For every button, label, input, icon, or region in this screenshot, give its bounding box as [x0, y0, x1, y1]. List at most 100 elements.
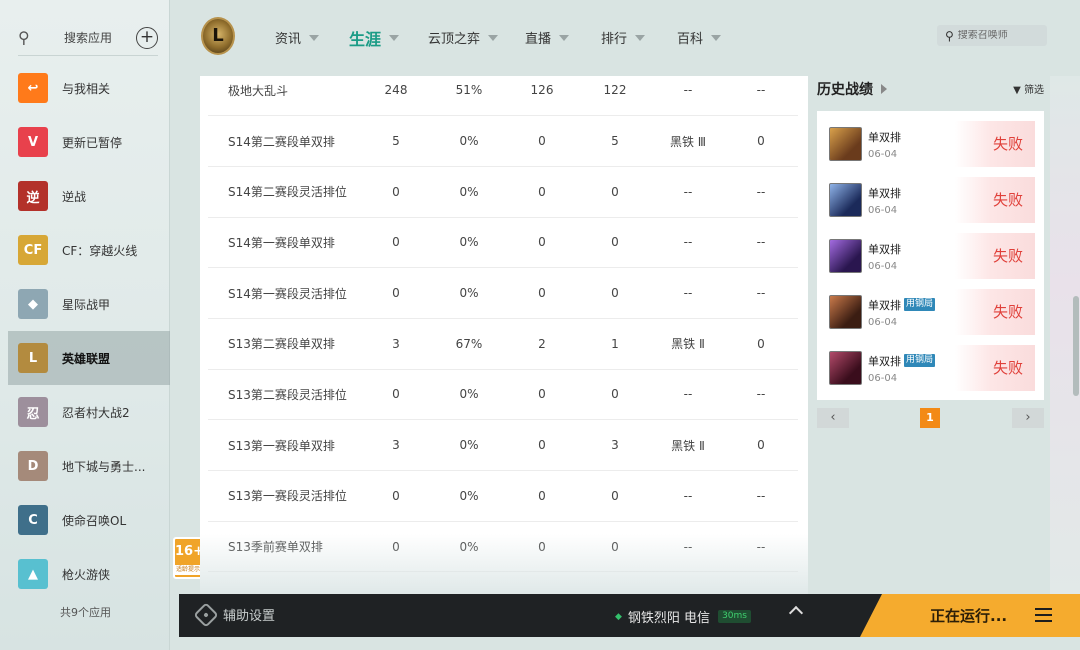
settings-icon [193, 601, 219, 628]
match-type: 单双排 [868, 298, 901, 312]
match-item[interactable]: 单双排 用钢局 06-04 失败 [817, 284, 1044, 340]
nav-tab-label: 百科 [677, 32, 704, 47]
sidebar-app-item[interactable]: C 使命召唤OL [8, 493, 170, 547]
table-row: S13第二赛段单双排 3 67% 2 1 黑铁 Ⅱ0 [208, 318, 798, 370]
stat-cell: 0% [432, 470, 506, 522]
app-logo-icon: V [18, 127, 48, 157]
chevron-down-icon [389, 35, 400, 41]
match-item[interactable]: 单双排 06-04 失败 [817, 228, 1044, 284]
chevron-down-icon [559, 34, 570, 41]
age-rating-caption: 适龄提示 [175, 565, 201, 575]
match-date: 06-04 [868, 316, 898, 328]
scrollbar[interactable] [1073, 296, 1079, 396]
stat-cell: 0 [360, 217, 432, 269]
sidebar-app-item[interactable]: 逆逆战 [8, 169, 170, 223]
bottom-bar: 辅助设置 ◆ 钢铁烈阳 电信 30ms 正在运行... [179, 594, 1080, 637]
table-row: S14第二赛段灵活排位 0 0% 0 0 -- -- [208, 166, 798, 218]
match-item[interactable]: 单双排 用钢局 06-04 失败 [817, 340, 1044, 396]
chevron-down-icon [309, 34, 320, 41]
top-nav: L 资讯 生涯 云顶之弈 直播 排行 百科 ⚲ [171, 0, 1080, 76]
stat-cell: 51% [432, 76, 506, 117]
app-name: 星际战甲 [62, 297, 111, 312]
stat-cell: 0% [432, 115, 506, 167]
queue-name-cell: S13第二赛段灵活排位 [208, 369, 360, 421]
prev-page-button[interactable]: ‹ [817, 408, 849, 428]
nav-tab[interactable]: 百科 [677, 28, 722, 47]
nav-tab[interactable]: 直播 [525, 28, 570, 47]
queue-name-cell: S14第二赛段灵活排位 [208, 166, 360, 218]
stat-cell: -- [652, 267, 724, 319]
champion-avatar [829, 127, 862, 161]
nav-tab[interactable]: 生涯 [349, 26, 400, 50]
match-date: 06-04 [868, 260, 898, 272]
match-tag-badge: 用钢局 [904, 298, 936, 311]
nav-tab[interactable]: 排行 [601, 28, 646, 47]
menu-icon[interactable] [1035, 608, 1052, 622]
match-history-title[interactable]: 历史战绩 [817, 79, 873, 99]
app-logo-icon: ▲ [18, 559, 48, 589]
summoner-search[interactable]: ⚲ [937, 25, 1047, 46]
sidebar-app-item[interactable]: L 英雄联盟 [8, 331, 170, 385]
table-row: S14第一赛段单双排 0 0% 0 0 -- -- [208, 217, 798, 269]
stat-cell: 1 [578, 318, 652, 370]
app-logo-icon: C [18, 505, 48, 535]
sidebar-app-item[interactable]: V 更新已暂停 [8, 115, 170, 169]
filter-button[interactable]: ▼ 筛选 [1013, 81, 1044, 96]
match-type: 单双排 [868, 186, 901, 200]
queue-name-cell: 极地大乱斗 [208, 76, 360, 117]
app-logo-icon: ↩ [18, 73, 48, 103]
app-count: 共9个应用 [60, 606, 111, 619]
stat-cell: 0 [578, 166, 652, 218]
sidebar-app-item[interactable]: D 地下城与勇士... [8, 439, 170, 493]
table-row: S14第二赛段单双排 5 0% 0 5 黑铁 Ⅲ0 [208, 115, 798, 167]
nav-tab[interactable]: 资讯 [275, 28, 320, 47]
app-logo-icon: 逆 [18, 181, 48, 211]
game-running-button[interactable]: 正在运行... [860, 594, 1080, 637]
page-number[interactable]: 1 [920, 408, 940, 428]
queue-name-cell: S13第一赛段灵活排位 [208, 470, 360, 522]
nav-tab[interactable]: 云顶之弈 [428, 28, 499, 47]
stat-cell: 3 [578, 419, 652, 471]
assist-settings-button[interactable]: 辅助设置 [193, 601, 275, 628]
stat-cell: 0 [360, 369, 432, 421]
stat-cell: -- [652, 166, 724, 218]
pagination: ‹ 1 › [817, 408, 1044, 428]
nav-tab-label: 云顶之弈 [428, 32, 481, 47]
nav-tab-label: 直播 [525, 32, 552, 47]
next-page-button[interactable]: › [1012, 408, 1044, 428]
app-logo-icon: ◆ [18, 289, 48, 319]
match-item[interactable]: 单双排 06-04 失败 [817, 116, 1044, 172]
stat-cell: -- [652, 76, 724, 117]
chevron-right-icon[interactable] [881, 83, 887, 94]
chevron-up-icon[interactable] [788, 605, 804, 621]
add-app-icon[interactable]: + [136, 27, 158, 49]
match-result: 失败 [955, 289, 1035, 335]
stat-cell: 3 [360, 318, 432, 370]
app-search-label: 搜索应用 [64, 31, 113, 45]
age-rating-badge: 16+ 适龄提示 [173, 537, 204, 579]
sidebar-app-item[interactable]: ◆ 星际战甲 [8, 277, 170, 331]
stat-cell: 0% [432, 217, 506, 269]
match-result: 失败 [955, 345, 1035, 391]
summoner-search-input[interactable] [957, 30, 1036, 41]
queue-name-cell: S14第一赛段灵活排位 [208, 267, 360, 319]
stat-cell: 黑铁 Ⅱ [652, 419, 724, 471]
sidebar-app-item[interactable]: ↩ 与我相关 [8, 61, 170, 115]
league-logo-icon[interactable]: L [201, 17, 235, 55]
table-row: 极地大乱斗 248 51% 126 122 -- -- [208, 76, 798, 117]
sidebar-app-item[interactable]: CF CF：穿越火线 [8, 223, 170, 277]
stat-cell: -- [724, 76, 798, 117]
search-icon: ⚲ [945, 28, 954, 43]
app-search[interactable]: ⚲ 搜索应用 + [18, 20, 158, 56]
stat-cell: 0 [360, 267, 432, 319]
online-dot-icon: ◆ [615, 611, 622, 622]
match-list: 单双排 06-04 失败 单双排 06-04 失败 单双排 06-04 失败 单双排 用钢局 06-0… [817, 111, 1044, 400]
app-logo-icon: L [18, 343, 48, 373]
sidebar-app-item[interactable]: 忍忍者村大战2 [8, 385, 170, 439]
match-item[interactable]: 单双排 06-04 失败 [817, 172, 1044, 228]
stat-cell: 5 [360, 115, 432, 167]
app-logo-icon: D [18, 451, 48, 481]
match-type: 单双排 [868, 354, 901, 368]
stat-cell: 0% [432, 267, 506, 319]
sidebar-app-item[interactable]: ▲ 枪火游侠 [8, 547, 170, 601]
